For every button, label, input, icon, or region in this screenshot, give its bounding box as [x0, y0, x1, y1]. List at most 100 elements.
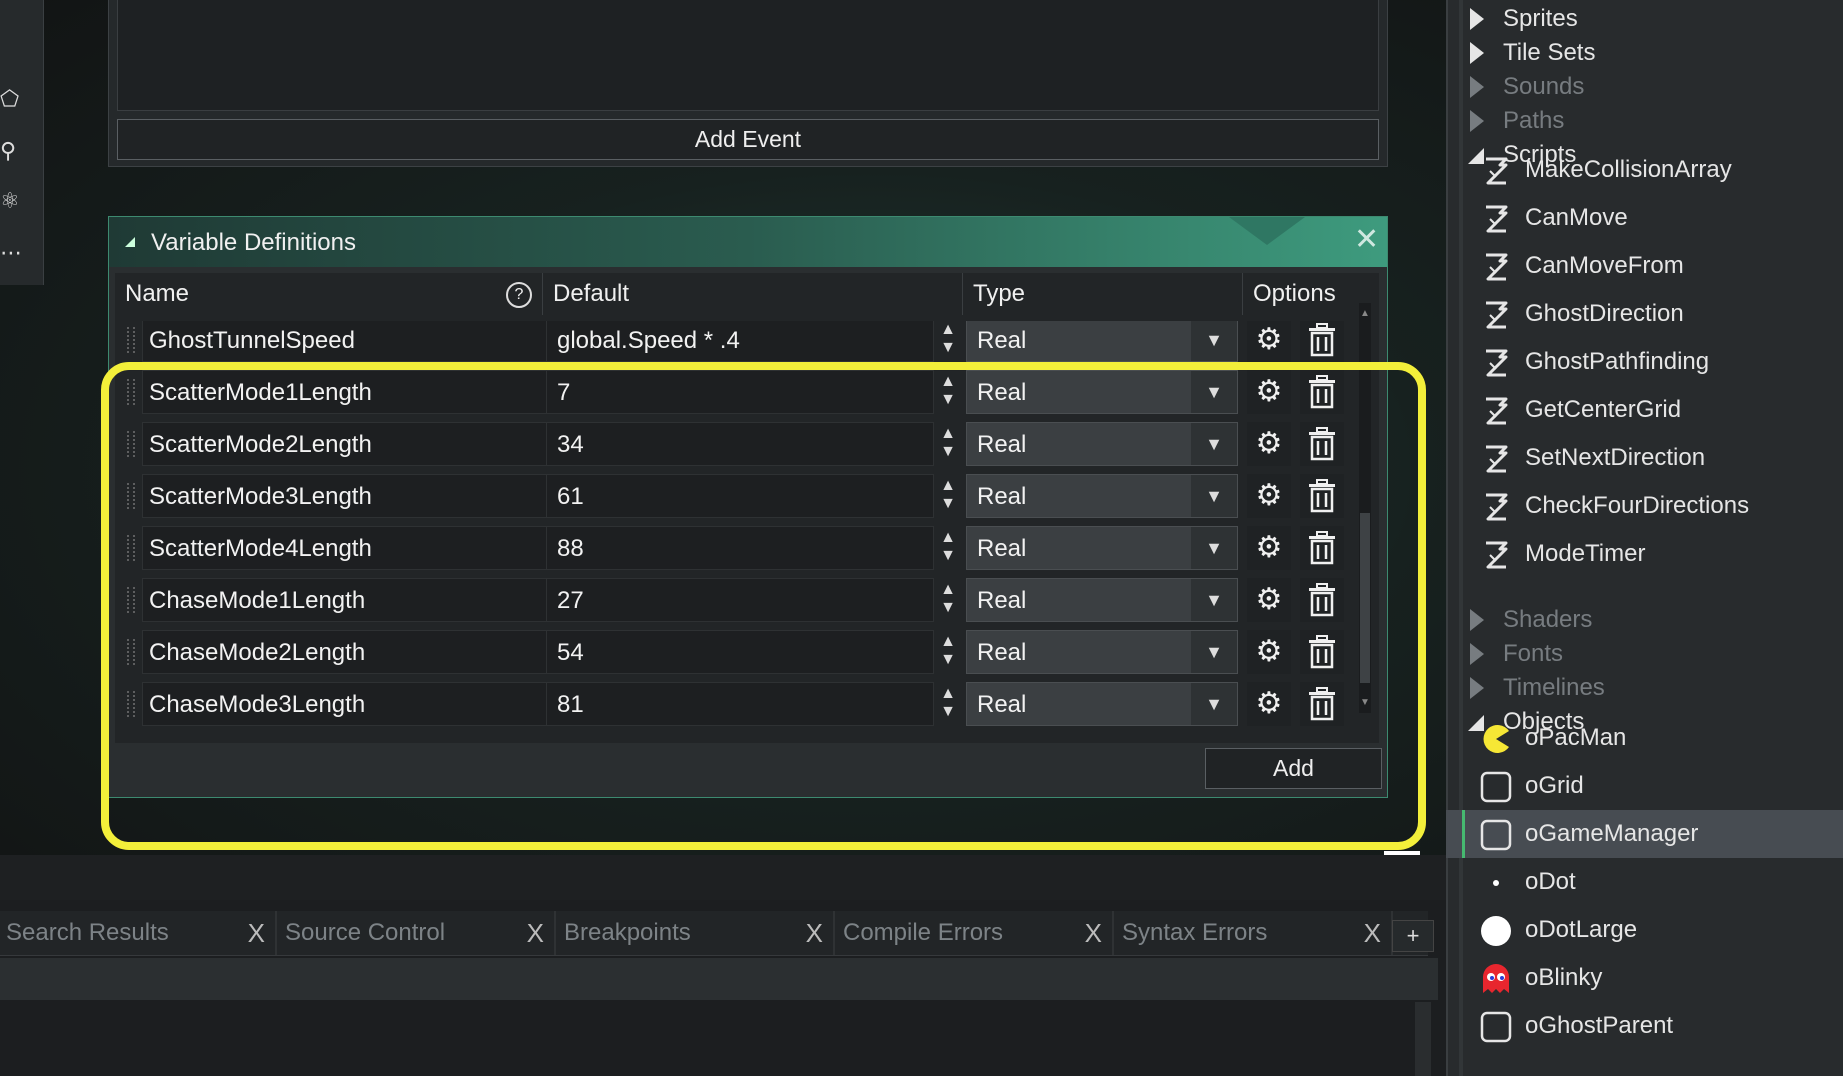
collapse-icon[interactable] [125, 237, 135, 247]
script-item[interactable]: ModeTimer [1446, 530, 1843, 578]
output-scrollbar[interactable] [1415, 1002, 1431, 1076]
asset-label: oGameManager [1525, 820, 1699, 847]
collapsed-icon[interactable] [1470, 76, 1484, 98]
asset-label: GhostPathfinding [1525, 348, 1710, 375]
script-item[interactable]: GetCenterGrid [1446, 386, 1843, 434]
scroll-up-icon[interactable]: ▲ [1360, 309, 1370, 321]
tab-label: Search Results [6, 919, 169, 946]
object-icon [1480, 819, 1512, 851]
spinner-icon[interactable]: ▲ ▼ [937, 321, 959, 359]
asset-group[interactable]: Fonts [1446, 637, 1843, 671]
asset-label: ModeTimer [1525, 540, 1646, 567]
column-header-type: Type [963, 273, 1243, 315]
close-icon[interactable]: X [1364, 911, 1381, 955]
variable-name-field[interactable]: GhostTunnelSpeed [142, 321, 552, 362]
tab-label: Syntax Errors [1122, 919, 1268, 946]
script-icon [1480, 539, 1512, 571]
output-tab-bar: Search Results X Source Control X Breakpoint… [0, 911, 1428, 956]
asset-label: CanMoveFrom [1525, 252, 1684, 279]
object-item[interactable]: oGrid [1446, 762, 1843, 810]
script-item[interactable]: SetNextDirection [1446, 434, 1843, 482]
tab-label: Source Control [285, 919, 446, 946]
collapsed-icon[interactable] [1470, 643, 1484, 665]
object-icon [1480, 771, 1512, 803]
script-icon [1480, 203, 1512, 235]
asset-group-label: Sounds [1503, 73, 1585, 100]
object-item[interactable]: oBlinky [1446, 954, 1843, 1002]
asset-group[interactable]: Tile Sets [1446, 36, 1843, 70]
script-icon [1480, 251, 1512, 283]
output-content [0, 958, 1438, 1000]
path-icon[interactable]: ⚲ [0, 136, 22, 166]
drag-notch[interactable] [1229, 217, 1305, 245]
script-item[interactable]: MakeCollisionArray [1446, 146, 1843, 194]
tab-label: Compile Errors [843, 919, 1004, 946]
output-tab[interactable]: Source Control X [279, 911, 556, 955]
asset-label: oPacMan [1525, 724, 1627, 751]
tag-icon[interactable]: ⬠ [0, 84, 22, 114]
large-dot-icon [1480, 915, 1512, 947]
asset-group[interactable]: Sounds [1446, 70, 1843, 104]
trash-icon[interactable] [1300, 321, 1344, 362]
object-item[interactable]: oDot [1446, 858, 1843, 906]
add-tab-button[interactable]: + [1392, 920, 1434, 952]
collapsed-icon[interactable] [1470, 609, 1484, 631]
event-list[interactable] [117, 0, 1379, 111]
script-item[interactable]: CanMove [1446, 194, 1843, 242]
chevron-down-icon[interactable]: ▼ [1191, 321, 1237, 361]
asset-label: GhostDirection [1525, 300, 1684, 327]
close-icon[interactable]: ✕ [1354, 225, 1379, 255]
panel-title: Variable Definitions [151, 229, 356, 256]
collapsed-icon[interactable] [1470, 42, 1484, 64]
add-event-button[interactable]: Add Event [117, 119, 1379, 160]
object-item[interactable]: oGhostParent [1446, 1002, 1843, 1050]
asset-label: GetCenterGrid [1525, 396, 1682, 423]
collapsed-icon[interactable] [1470, 8, 1484, 30]
help-icon[interactable]: ? [506, 282, 532, 308]
collapsed-icon[interactable] [1470, 110, 1484, 132]
script-item[interactable]: GhostPathfinding [1446, 338, 1843, 386]
asset-group[interactable]: Shaders [1446, 603, 1843, 637]
close-icon[interactable]: X [248, 911, 265, 955]
variable-type-dropdown[interactable]: Real ▼ [966, 321, 1238, 362]
gear-icon[interactable]: ⚙ [1247, 321, 1291, 362]
dot-icon [1480, 867, 1512, 899]
panel-header: Variable Definitions ✕ [109, 217, 1387, 267]
asset-label: oBlinky [1525, 964, 1603, 991]
script-item[interactable]: GhostDirection [1446, 290, 1843, 338]
collapsed-icon[interactable] [1470, 677, 1484, 699]
physics-icon[interactable]: ⚛ [0, 186, 22, 216]
asset-group-label: Fonts [1503, 640, 1564, 667]
more-icon[interactable]: ⋯ [0, 238, 22, 268]
script-item[interactable]: CanMoveFrom [1446, 242, 1843, 290]
ghost-icon [1480, 963, 1512, 995]
type-value: Real [977, 327, 1027, 354]
object-editor-workspace: ⬠ ⚲ ⚛ ⋯ Add Event Variable Definitions ✕… [0, 0, 1446, 855]
output-tab[interactable]: Search Results X [0, 911, 277, 955]
object-item[interactable]: oGameManager [1446, 810, 1843, 858]
column-header-default: Default [543, 273, 963, 315]
left-toolbar: ⬠ ⚲ ⚛ ⋯ [0, 0, 44, 285]
output-tab[interactable]: Syntax Errors X [1116, 911, 1393, 955]
asset-group[interactable]: Paths [1446, 104, 1843, 138]
asset-label: oGrid [1525, 772, 1584, 799]
object-item[interactable]: oPacMan [1446, 714, 1843, 762]
close-icon[interactable]: X [527, 911, 544, 955]
close-icon[interactable]: X [806, 911, 823, 955]
asset-group[interactable]: Sprites [1446, 2, 1843, 36]
output-tab[interactable]: Compile Errors X [837, 911, 1114, 955]
object-icon [1480, 1011, 1512, 1043]
asset-label: oGhostParent [1525, 1012, 1674, 1039]
output-tab[interactable]: Breakpoints X [558, 911, 835, 955]
close-icon[interactable]: X [1085, 911, 1102, 955]
asset-label: CanMove [1525, 204, 1628, 231]
column-header-name: Name ? [115, 273, 543, 315]
drag-handle-icon[interactable] [127, 327, 135, 353]
script-item[interactable]: CheckFourDirections [1446, 482, 1843, 530]
asset-group[interactable]: Timelines [1446, 671, 1843, 705]
asset-label: oDot [1525, 868, 1576, 895]
object-item[interactable]: oDotLarge [1446, 906, 1843, 954]
variable-default-field[interactable]: global.Speed * .4 [546, 321, 934, 362]
asset-group-label: Sprites [1503, 5, 1578, 32]
asset-label: oDotLarge [1525, 916, 1638, 943]
